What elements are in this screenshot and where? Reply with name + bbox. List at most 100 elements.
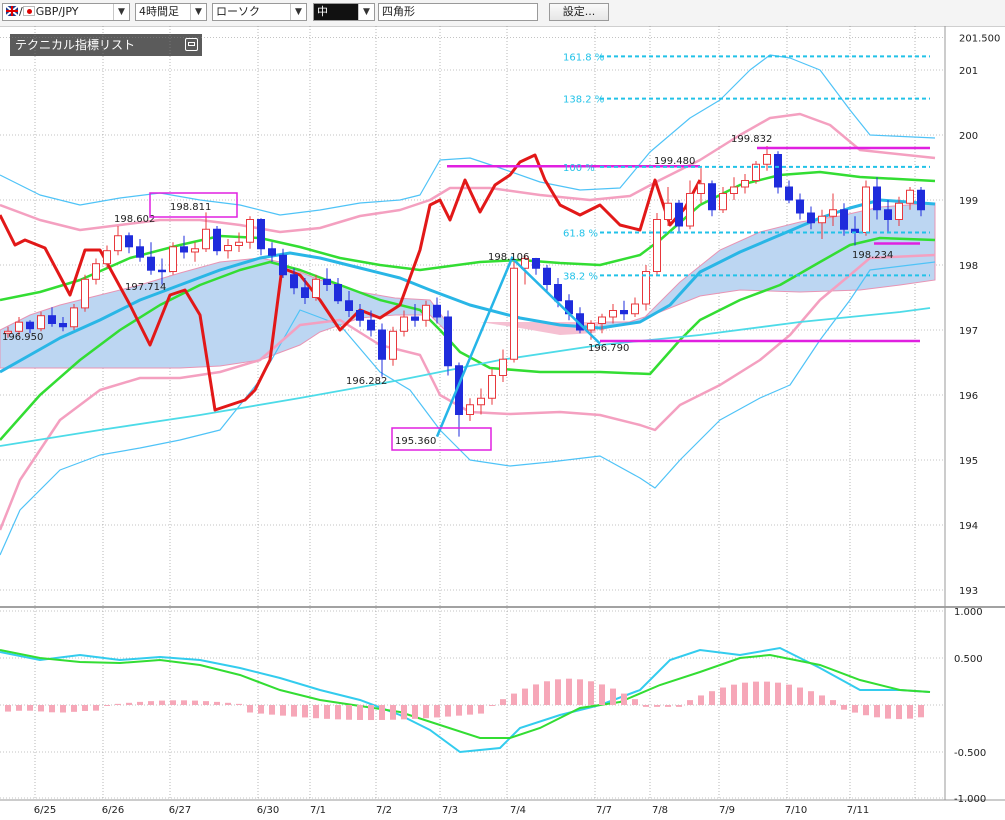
- candle: [169, 242, 177, 275]
- macd-histogram-bar: [830, 700, 836, 705]
- fibonacci-label: 161.8 %: [563, 52, 604, 63]
- macd-histogram-bar: [137, 701, 143, 705]
- candle: [378, 323, 386, 377]
- candle-body: [785, 186, 793, 201]
- y-tick-label: 201: [959, 66, 978, 77]
- macd-histogram-bar: [874, 705, 880, 718]
- macd-histogram-bar: [456, 705, 462, 716]
- candle-body: [169, 246, 177, 273]
- candle-body: [763, 154, 771, 165]
- candle-body: [257, 219, 265, 250]
- candle: [114, 226, 122, 256]
- candle-body: [345, 300, 353, 311]
- macd-histogram-bar: [731, 684, 737, 705]
- candle: [389, 326, 397, 366]
- price-chart[interactable]: 161.8 % 138.2 % 100 % 61.8 % 38.2 % 196.950 19…: [0, 0, 1005, 820]
- candle-body: [70, 307, 78, 328]
- candle-body: [774, 154, 782, 188]
- macd-histogram-bar: [49, 705, 55, 713]
- macd-histogram-bar: [390, 705, 396, 720]
- macd-histogram-bar: [192, 700, 198, 705]
- candle-body: [125, 235, 133, 248]
- candle-body: [367, 319, 375, 331]
- macd-histogram-bar: [676, 705, 682, 707]
- annotation-label: 198.106: [488, 252, 529, 263]
- candle-body: [246, 219, 254, 243]
- macd-histogram-bar: [27, 705, 33, 711]
- macd-histogram-bar: [170, 700, 176, 705]
- macd-histogram-bar: [797, 687, 803, 705]
- macd-histogram-bar: [632, 699, 638, 705]
- macd-histogram-bar: [280, 705, 286, 716]
- macd-histogram-bar: [654, 705, 660, 707]
- candle: [455, 362, 463, 437]
- candle: [180, 235, 188, 259]
- candle-body: [37, 315, 45, 330]
- x-tick-label: 6/26: [102, 805, 124, 816]
- candle-body: [499, 358, 507, 376]
- macd-histogram-bar: [577, 679, 583, 705]
- macd-histogram-bar: [467, 705, 473, 715]
- candle-body: [378, 329, 386, 360]
- candle: [620, 300, 628, 321]
- macd-histogram-bar: [808, 691, 814, 705]
- macd-histogram-bar: [720, 687, 726, 705]
- macd-histogram-bar: [599, 684, 605, 705]
- macd-histogram-bar: [786, 684, 792, 705]
- candle-body: [191, 248, 199, 253]
- macd-histogram-bar: [126, 702, 132, 705]
- candle-body: [653, 219, 661, 272]
- annotation-label: 196.282: [346, 376, 387, 387]
- candle-body: [334, 284, 342, 302]
- candle-body: [840, 209, 848, 230]
- y-tick-label: 200: [959, 131, 978, 142]
- x-tick-label: 7/1: [310, 805, 326, 816]
- macd-histogram-bar: [852, 705, 858, 713]
- macd-histogram-bar: [522, 688, 528, 705]
- candle-body: [202, 228, 210, 250]
- candle-body: [620, 310, 628, 315]
- fibonacci-label: 61.8 %: [563, 229, 598, 240]
- macd-histogram-bar: [643, 705, 649, 707]
- macd-histogram-bar: [82, 705, 88, 711]
- candle: [697, 168, 705, 204]
- macd-histogram-bar: [379, 705, 385, 720]
- macd-histogram-bar: [907, 705, 913, 719]
- x-tick-label: 7/9: [719, 805, 735, 816]
- macd-histogram-bar: [588, 681, 594, 705]
- candle: [147, 242, 155, 275]
- candle-body: [829, 209, 837, 217]
- axes: 201.500 201 200 199 198 197 196 195 194 193 1.000 0…: [34, 34, 1001, 817]
- osc-tick-label: 1.000: [954, 607, 983, 618]
- candle-body: [719, 193, 727, 211]
- y-tick-label: 194: [959, 521, 978, 532]
- candle-body: [686, 193, 694, 227]
- macd-histogram-bar: [412, 705, 418, 719]
- macd-histogram-bar: [533, 684, 539, 705]
- annotation-label: 199.480: [654, 156, 695, 167]
- candle: [741, 174, 749, 194]
- candle: [686, 180, 694, 230]
- candle: [664, 187, 672, 226]
- macd-histogram-bar: [247, 705, 253, 713]
- candle-body: [708, 183, 716, 211]
- macd-histogram-bar: [203, 701, 209, 705]
- fibonacci-label: 38.2 %: [563, 271, 598, 282]
- candle: [268, 242, 276, 262]
- macd-histogram-bar: [566, 678, 572, 705]
- x-tick-label: 7/10: [785, 805, 807, 816]
- candle-body: [818, 215, 826, 224]
- candle: [499, 349, 507, 382]
- candle-body: [103, 250, 111, 265]
- candle-body: [81, 278, 89, 309]
- candle: [708, 180, 716, 217]
- candle: [653, 213, 661, 275]
- candle: [532, 257, 540, 275]
- candle: [752, 161, 760, 184]
- candle: [609, 304, 617, 324]
- candle: [510, 258, 518, 363]
- candle: [92, 258, 100, 285]
- y-tick-label: 195: [959, 456, 978, 467]
- fibonacci-label: 138.2 %: [563, 95, 604, 106]
- candle-body: [631, 303, 639, 315]
